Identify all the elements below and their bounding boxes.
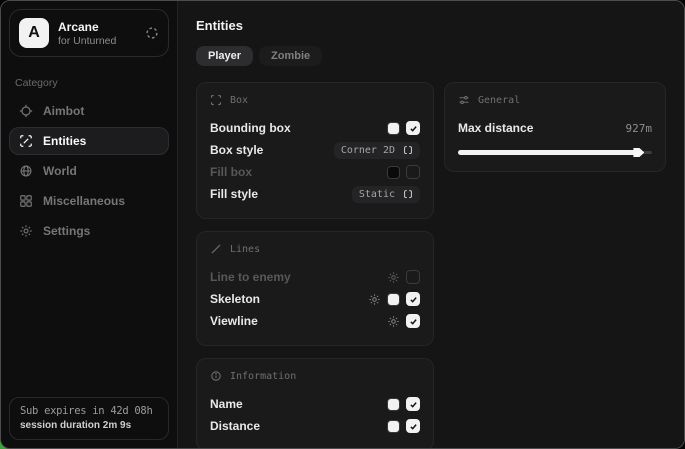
setting-label: Fill box [210,165,252,179]
setting-label: Name [210,397,243,411]
setting-row-distance: Distance [210,415,420,437]
checkbox-line-to-enemy[interactable] [406,270,420,284]
sidebar-item-aimbot[interactable]: Aimbot [9,97,169,125]
fill-style-dropdown[interactable]: Static [352,186,420,203]
viewline-settings-gear-icon[interactable] [387,315,400,328]
setting-label: Distance [210,419,260,433]
box-card: Box Bounding box Box [196,82,434,219]
information-card-header: Information [210,370,420,382]
lines-card-header: Lines [210,243,420,255]
dropdown-value: Static [359,189,395,200]
dropdown-value: Corner 2D [341,145,395,156]
diagonal-line-icon [210,243,222,255]
setting-label: Skeleton [210,292,260,306]
general-card-header: General [458,94,652,106]
general-card-title: General [478,95,520,106]
sidebar-item-label: World [43,164,77,178]
info-icon [210,370,222,382]
setting-label: Bounding box [210,121,291,135]
box-card-title: Box [230,95,248,106]
gear-icon [19,224,33,238]
sidebar: A Arcane for Unturned Category [1,1,177,448]
sidebar-item-entities[interactable]: Entities [9,127,169,155]
session-duration-text: session duration 2m 9s [20,420,158,431]
setting-label: Viewline [210,314,258,328]
sidebar-item-world[interactable]: World [9,157,169,185]
tab-player[interactable]: Player [196,46,253,66]
selector-brackets-icon [403,145,413,155]
checkbox-distance[interactable] [406,419,420,433]
app-logo-card: A Arcane for Unturned [9,9,169,57]
setting-row-line-to-enemy: Line to enemy [210,266,420,288]
slider-thumb[interactable] [633,148,644,157]
setting-label: Fill style [210,187,258,201]
arcane-window: A Arcane for Unturned Category [0,0,685,449]
color-swatch[interactable] [387,420,400,433]
app-name: Arcane [58,20,116,34]
checkbox-skeleton[interactable] [406,292,420,306]
sidebar-item-miscellaneous[interactable]: Miscellaneous [9,187,169,215]
checkbox-fill-box[interactable] [406,165,420,179]
sidebar-nav: Aimbot Entities [9,97,169,245]
setting-row-fill-style: Fill style Static [210,183,420,205]
skeleton-settings-gear-icon[interactable] [368,293,381,306]
subscription-status-card: Sub expires in 42d 08h session duration … [9,397,169,440]
sync-loader-icon[interactable] [145,26,159,40]
grid-icon [19,194,33,208]
checkbox-viewline[interactable] [406,314,420,328]
general-card: General Max distance 927m [444,82,666,172]
page-title: Entities [196,18,666,33]
right-column: General Max distance 927m [444,82,666,172]
setting-row-skeleton: Skeleton [210,288,420,310]
sidebar-item-settings[interactable]: Settings [9,217,169,245]
sidebar-item-label: Settings [43,224,90,238]
setting-row-max-distance: Max distance 927m [458,117,652,139]
setting-row-name: Name [210,393,420,415]
app-logo: A [19,18,49,48]
app-subtitle: for Unturned [58,35,116,47]
line-to-enemy-settings-gear-icon[interactable] [387,271,400,284]
globe-icon [19,164,33,178]
app-title-block: Arcane for Unturned [58,20,116,47]
color-swatch[interactable] [387,293,400,306]
screen: A Arcane for Unturned Category [0,0,685,449]
lines-card-title: Lines [230,244,260,255]
category-label: Category [15,77,163,89]
sidebar-item-label: Miscellaneous [43,194,125,208]
information-card: Information Name Dis [196,358,434,449]
main-panel: Entities Player Zombie [177,1,684,448]
entities-scan-icon [19,134,33,148]
box-card-header: Box [210,94,420,106]
sidebar-item-label: Entities [43,134,86,148]
checkbox-name[interactable] [406,397,420,411]
box-style-dropdown[interactable]: Corner 2D [334,142,420,159]
lines-card: Lines Line to enemy [196,231,434,346]
tab-zombie[interactable]: Zombie [259,46,322,66]
setting-row-box-style: Box style Corner 2D [210,139,420,161]
setting-label: Max distance [458,121,533,135]
max-distance-slider[interactable] [458,146,652,158]
left-column: Box Bounding box Box [196,82,434,449]
content-area: Box Bounding box Box [196,82,666,449]
selector-brackets-icon [403,189,413,199]
checkbox-bounding-box[interactable] [406,121,420,135]
information-card-title: Information [230,371,296,382]
box-scan-icon [210,94,222,106]
setting-row-viewline: Viewline [210,310,420,332]
setting-label: Line to enemy [210,270,291,284]
slider-fill [458,150,638,155]
max-distance-value: 927m [626,122,653,135]
color-swatch[interactable] [387,166,400,179]
setting-row-fill-box: Fill box [210,161,420,183]
color-swatch[interactable] [387,398,400,411]
setting-row-bounding-box: Bounding box [210,117,420,139]
sub-expiry-text: Sub expires in 42d 08h [20,405,158,417]
setting-label: Box style [210,143,263,157]
entity-tabs: Player Zombie [196,46,666,66]
color-swatch[interactable] [387,122,400,135]
crosshair-icon [19,104,33,118]
sliders-icon [458,94,470,106]
sidebar-item-label: Aimbot [43,104,84,118]
